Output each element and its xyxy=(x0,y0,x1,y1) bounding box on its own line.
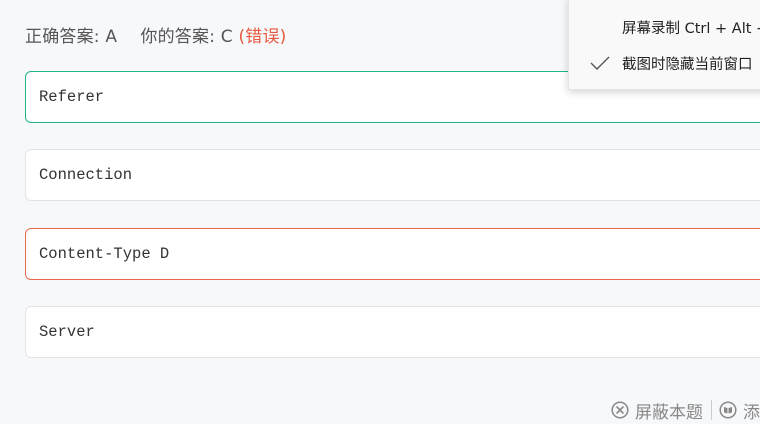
block-question-button[interactable]: 屏蔽本题 xyxy=(611,398,703,423)
menu-item-screen-record-label: 屏幕录制 Ctrl + Alt + R xyxy=(622,20,760,37)
add-note-label: 添 xyxy=(743,402,760,423)
context-menu: 屏幕录制 Ctrl + Alt + R 截图时隐藏当前窗口 xyxy=(568,0,760,90)
question-actions: 屏蔽本题 添 xyxy=(611,398,760,423)
action-divider xyxy=(711,400,712,420)
option-d[interactable]: Server xyxy=(25,306,760,358)
option-d-text: Server xyxy=(39,323,95,341)
block-question-label: 屏蔽本题 xyxy=(635,402,703,423)
answer-summary: 正确答案: A 你的答案: C (错误) xyxy=(25,22,287,47)
correct-answer-label: 正确答案: xyxy=(25,27,100,47)
option-c-text: Content-Type D xyxy=(39,245,170,263)
option-a-text: Referer xyxy=(39,88,105,106)
menu-item-hide-window-label: 截图时隐藏当前窗口 xyxy=(622,56,753,73)
close-circle-icon xyxy=(611,401,629,419)
your-answer-label: 你的答案: xyxy=(140,27,216,47)
add-note-button[interactable]: 添 xyxy=(719,398,760,423)
option-c[interactable]: Content-Type D xyxy=(25,228,760,280)
menu-item-screen-record[interactable]: 屏幕录制 Ctrl + Alt + R xyxy=(569,12,760,42)
answer-status: (错误) xyxy=(238,27,287,47)
your-answer-value: C xyxy=(220,27,233,47)
option-b-text: Connection xyxy=(39,166,133,184)
option-b[interactable]: Connection xyxy=(25,149,760,201)
notebook-icon xyxy=(719,401,737,419)
menu-item-hide-window[interactable]: 截图时隐藏当前窗口 xyxy=(569,48,760,78)
checkmark-icon xyxy=(589,54,611,72)
correct-answer-value: A xyxy=(105,27,118,47)
